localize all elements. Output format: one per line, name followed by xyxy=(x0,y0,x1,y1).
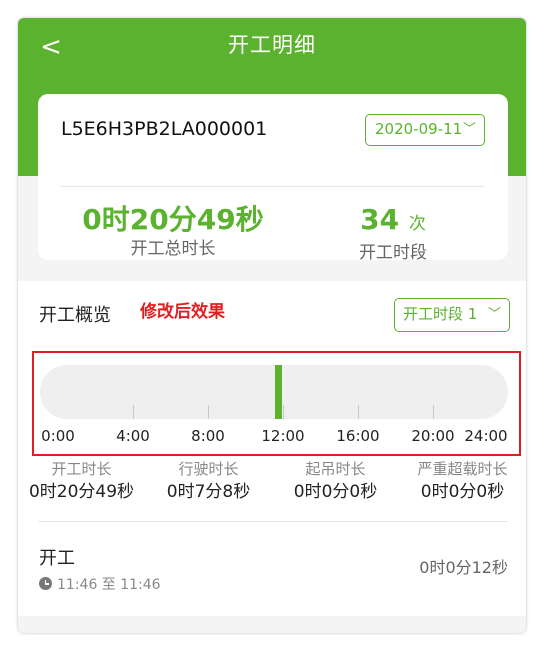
record-duration: 0时0分12秒 xyxy=(419,558,508,577)
timeline-tick-label: 0:00 xyxy=(41,427,75,445)
timeline-tick xyxy=(133,405,134,419)
timeline-tick-label: 20:00 xyxy=(411,427,455,445)
record-time-row: 11:46 至 11:46 xyxy=(39,575,161,595)
segment-count-unit: 次 xyxy=(408,214,426,234)
total-duration-value: 0时20分49秒 xyxy=(82,203,264,236)
phone-screen: < 开工明细 L5E6H3PB2LA000001 2020-09-11 ﹀ 0时… xyxy=(18,18,526,633)
record-time-range: 11:46 至 11:46 xyxy=(57,577,161,593)
overview-section: 开工概览 修改后效果 开工时段 1 ﹀ 0:00 4:00 8:00 12:00 16:… xyxy=(18,281,526,616)
metric-lifting-duration: 起吊时长 0时0分0秒 xyxy=(272,458,399,504)
metric-label: 起吊时长 xyxy=(305,460,366,478)
metric-overload-duration: 严重超载时长 0时0分0秒 xyxy=(399,458,526,504)
metric-value: 0时20分49秒 xyxy=(28,482,135,502)
timeline-tick xyxy=(208,405,209,419)
metric-label: 行驶时长 xyxy=(178,460,239,478)
annotation-text: 修改后效果 xyxy=(140,302,225,322)
chevron-down-icon: ﹀ xyxy=(462,122,476,137)
segment-count-value-row: 34 次 xyxy=(308,202,478,242)
timeline-tick-label: 24:00 xyxy=(464,427,508,445)
segment-count-value: 34 xyxy=(360,203,400,236)
timeline-tick xyxy=(433,405,434,419)
metric-driving-duration: 行驶时长 0时7分8秒 xyxy=(145,458,272,504)
date-select[interactable]: 2020-09-11 ﹀ xyxy=(365,114,485,146)
metric-label: 开工时长 xyxy=(51,460,112,478)
metric-value: 0时7分8秒 xyxy=(166,482,251,502)
timeline-active-segment xyxy=(275,365,283,419)
segment-select[interactable]: 开工时段 1 ﹀ xyxy=(394,298,510,332)
record-title: 开工 xyxy=(39,548,75,569)
metric-label: 严重超载时长 xyxy=(417,460,508,478)
timeline-tick-label: 16:00 xyxy=(336,427,380,445)
timeline-tick xyxy=(358,405,359,419)
total-duration-stat: 0时20分49秒 开工总时长 xyxy=(78,202,268,260)
timeline-track xyxy=(40,365,508,419)
metric-value: 0时0分0秒 xyxy=(293,482,378,502)
metric-work-duration: 开工时长 0时20分49秒 xyxy=(18,458,145,504)
timeline-tick-label: 4:00 xyxy=(116,427,150,445)
chevron-down-icon: ﹀ xyxy=(487,307,501,322)
total-duration-label: 开工总时长 xyxy=(130,239,216,259)
overview-title: 开工概览 xyxy=(39,305,111,326)
page-title: 开工明细 xyxy=(228,33,316,57)
vehicle-vin: L5E6H3PB2LA000001 xyxy=(61,118,268,140)
clock-icon xyxy=(39,577,52,590)
section-divider xyxy=(38,521,508,522)
segment-count-label: 开工时段 xyxy=(359,243,427,263)
date-select-value: 2020-09-11 xyxy=(375,120,463,138)
timeline-tick-label: 8:00 xyxy=(191,427,225,445)
timeline-tick xyxy=(283,405,284,419)
segment-select-value: 开工时段 1 xyxy=(403,305,478,323)
card-divider xyxy=(61,186,485,187)
summary-card: L5E6H3PB2LA000001 2020-09-11 ﹀ 0时20分49秒 … xyxy=(38,94,508,263)
metric-value: 0时0分0秒 xyxy=(420,482,505,502)
timeline-tick-label: 12:00 xyxy=(261,427,305,445)
segment-count-stat: 34 次 开工时段 xyxy=(308,202,478,264)
